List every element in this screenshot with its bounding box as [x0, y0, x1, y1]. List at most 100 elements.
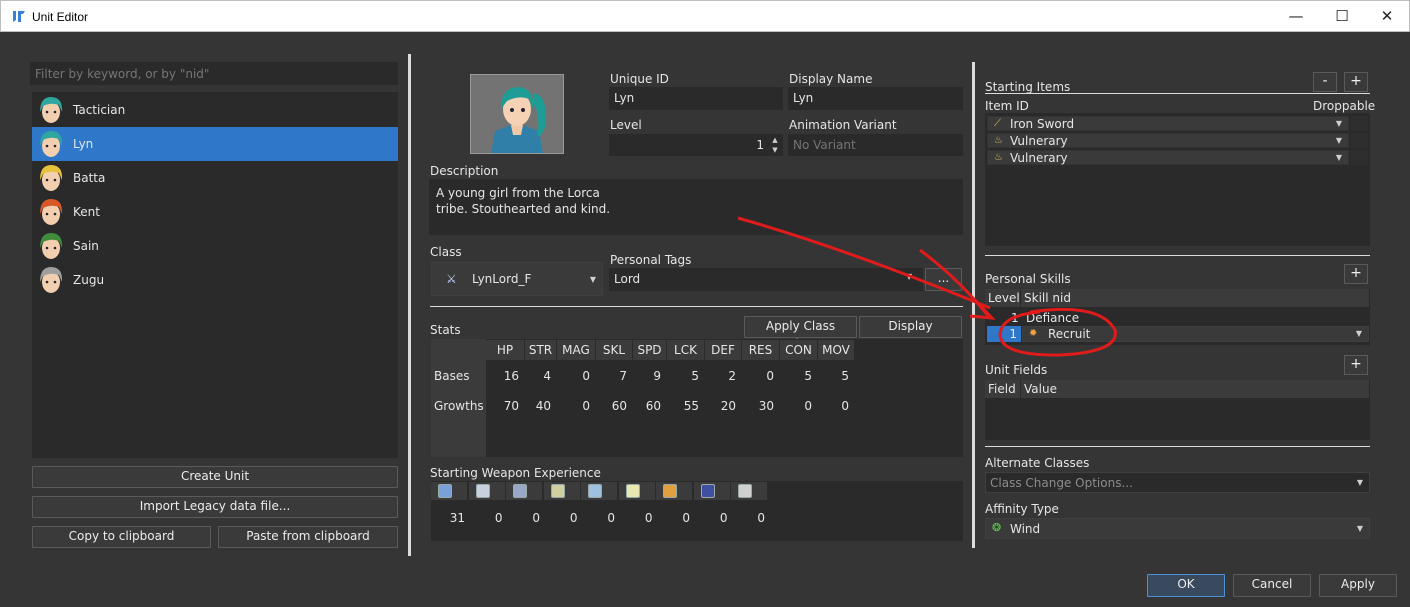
stats-label: Stats	[430, 323, 461, 337]
stat-value[interactable]: 0	[780, 396, 812, 416]
sword-icon	[438, 484, 452, 498]
level-spinbox[interactable]: 1	[609, 134, 783, 156]
class-value: LynLord_F	[472, 272, 532, 286]
add-item-button[interactable]: +	[1344, 72, 1368, 92]
import-legacy-button[interactable]: Import Legacy data file...	[32, 496, 398, 518]
create-unit-button[interactable]: Create Unit	[32, 466, 398, 488]
unit-portrait-icon	[40, 199, 63, 225]
weapon-exp-value[interactable]: 0	[619, 508, 653, 528]
weapon-exp-value[interactable]: 0	[469, 508, 503, 528]
weapon-exp-value[interactable]: 31	[431, 508, 465, 528]
ok-button[interactable]: OK	[1147, 574, 1225, 597]
description-textarea[interactable]: A young girl from the Lorca tribe. Stout…	[429, 179, 963, 235]
unique-id-input[interactable]: Lyn	[609, 87, 783, 110]
alternate-classes-placeholder: Class Change Options...	[990, 476, 1133, 490]
staff-icon	[588, 484, 602, 498]
minimize-button[interactable]: —	[1273, 1, 1319, 32]
chevron-down-icon: ▼	[589, 275, 596, 284]
weapon-exp-value[interactable]: 0	[581, 508, 615, 528]
skill-nid[interactable]: Defiance	[1026, 311, 1079, 325]
left-splitter[interactable]	[408, 54, 411, 556]
droppable-checkbox[interactable]	[1351, 150, 1368, 165]
maximize-button[interactable]: ☐	[1319, 1, 1365, 32]
stat-value[interactable]: 5	[780, 366, 812, 386]
level-spin-arrows[interactable]: ▲ ▼	[769, 135, 781, 155]
display-averages-button[interactable]: Display Averages	[859, 316, 962, 351]
skill-level-selected[interactable]: 1	[987, 326, 1021, 342]
stat-value[interactable]: 60	[633, 396, 661, 416]
droppable-checkbox[interactable]	[1351, 116, 1368, 131]
unit-list-item[interactable]: Kent	[32, 195, 398, 229]
weapon-exp-value[interactable]: 0	[731, 508, 765, 528]
class-select[interactable]: ⚔ LynLord_F ▼	[431, 262, 603, 296]
stat-value[interactable]: 5	[818, 366, 849, 386]
unit-portrait[interactable]	[470, 74, 564, 154]
unit-list-item[interactable]: Tactician	[32, 93, 398, 127]
tags-more-button[interactable]: ...	[925, 268, 962, 291]
stat-value[interactable]: 4	[525, 366, 551, 386]
right-splitter[interactable]	[972, 62, 975, 548]
unit-portrait-icon	[40, 267, 63, 293]
stat-value[interactable]: 60	[596, 396, 627, 416]
starting-item-select[interactable]: ♨ Vulnerary ▼	[987, 133, 1349, 148]
stat-value[interactable]: 40	[525, 396, 551, 416]
weapon-exp-value[interactable]: 0	[656, 508, 690, 528]
weapon-exp-value[interactable]: 0	[694, 508, 728, 528]
animation-variant-input[interactable]	[788, 134, 963, 156]
copy-clipboard-button[interactable]: Copy to clipboard	[32, 526, 211, 548]
stat-value[interactable]: 2	[705, 366, 736, 386]
weapon-exp-value[interactable]: 0	[544, 508, 578, 528]
unit-list-item[interactable]: Zugu	[32, 263, 398, 297]
starting-item-name: Vulnerary	[1010, 134, 1068, 148]
stat-header: RES	[742, 340, 780, 360]
weapon-type-header	[731, 482, 768, 500]
anima-icon	[663, 484, 677, 498]
personal-skills-label: Personal Skills	[985, 272, 1071, 286]
chevron-down-icon[interactable]: ▼	[906, 272, 912, 281]
starting-item-select[interactable]: ⟋ Iron Sword ▼	[987, 116, 1349, 131]
stat-value[interactable]: 0	[818, 396, 849, 416]
stat-value[interactable]: 9	[633, 366, 661, 386]
stat-value[interactable]: 20	[705, 396, 736, 416]
stat-header: CON	[780, 340, 818, 360]
stat-header: MAG	[557, 340, 596, 360]
close-button[interactable]: ✕	[1364, 1, 1410, 32]
cancel-button[interactable]: Cancel	[1233, 574, 1311, 597]
skill-nid-select[interactable]: ✹ Recruit ▼	[1022, 326, 1369, 342]
starting-item-select[interactable]: ♨ Vulnerary ▼	[987, 150, 1349, 165]
personal-tags-label: Personal Tags	[610, 253, 692, 267]
affinity-type-label: Affinity Type	[985, 502, 1059, 516]
unit-list-item[interactable]: Batta	[32, 161, 398, 195]
apply-class-values-button[interactable]: Apply Class Values	[744, 316, 857, 351]
weapon-exp-value[interactable]: 0	[506, 508, 540, 528]
affinity-type-select[interactable]: ❂ Wind ▼	[985, 518, 1370, 539]
sword-icon: ⟋	[994, 118, 1001, 129]
stat-value[interactable]: 70	[486, 396, 519, 416]
droppable-checkbox[interactable]	[1351, 133, 1368, 148]
remove-item-button[interactable]: -	[1313, 72, 1337, 92]
stat-header: HP	[486, 340, 525, 360]
chevron-down-icon: ▼	[1356, 524, 1363, 533]
paste-clipboard-button[interactable]: Paste from clipboard	[218, 526, 398, 548]
stat-value[interactable]: 7	[596, 366, 627, 386]
display-name-input[interactable]: Lyn	[788, 87, 963, 110]
add-field-button[interactable]: +	[1344, 355, 1368, 375]
stat-value[interactable]: 55	[667, 396, 699, 416]
weapon-type-header	[656, 482, 693, 500]
stat-value[interactable]: 5	[667, 366, 699, 386]
add-skill-button[interactable]: +	[1344, 264, 1368, 284]
unit-list-item[interactable]: Sain	[32, 229, 398, 263]
skill-level[interactable]: 1	[1011, 311, 1019, 325]
alternate-classes-select[interactable]: Class Change Options... ▼	[985, 472, 1370, 493]
chevron-down-icon: ▼	[1335, 153, 1342, 162]
unit-list-item[interactable]: Lyn	[32, 127, 398, 161]
stat-value[interactable]: 0	[742, 366, 774, 386]
unit-filter-input[interactable]	[30, 62, 398, 85]
stat-value[interactable]: 0	[557, 366, 590, 386]
stat-value[interactable]: 16	[486, 366, 519, 386]
stat-value[interactable]: 30	[742, 396, 774, 416]
stat-header: SKL	[596, 340, 633, 360]
apply-button[interactable]: Apply	[1319, 574, 1397, 597]
stat-value[interactable]: 0	[557, 396, 590, 416]
personal-tags-input[interactable]: Lord	[609, 268, 923, 291]
